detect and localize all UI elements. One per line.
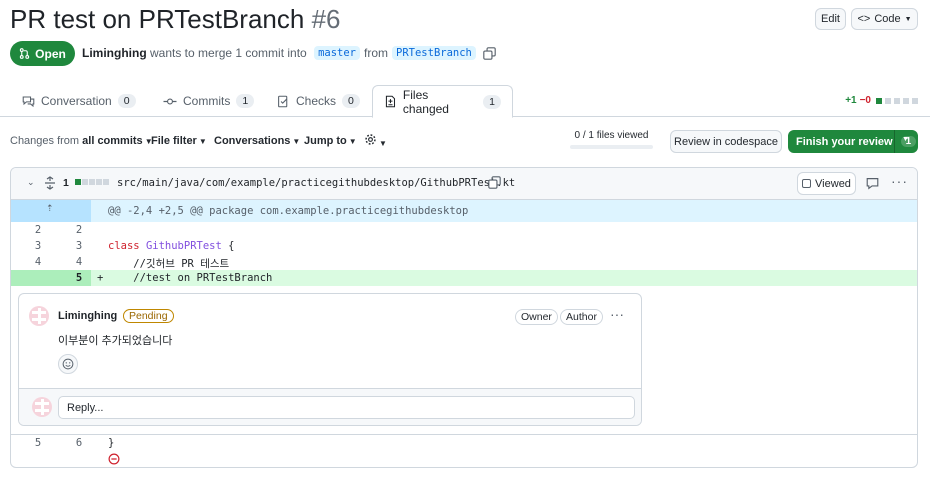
file-diffstat [75, 179, 109, 185]
file-diff-icon [385, 95, 396, 108]
tab-checks[interactable]: Checks 0 [277, 85, 360, 117]
no-newline-icon [108, 453, 120, 465]
chevron-down-icon[interactable]: ▼ [902, 136, 909, 143]
diff-line: 4 4 //깃허브 PR 테스트 [34, 256, 230, 270]
reply-area: Reply... [19, 388, 641, 425]
file-filter-dropdown[interactable]: File filter ▼ [151, 135, 207, 147]
code-icon: <> [857, 13, 871, 25]
base-branch[interactable]: master [314, 46, 361, 60]
expand-up-icon: ⇡ [46, 203, 54, 213]
jump-to-dropdown[interactable]: Jump to ▼ [304, 135, 357, 147]
copy-icon[interactable] [483, 46, 496, 60]
chevron-down-icon: ▼ [904, 15, 912, 23]
pull-request-icon [19, 48, 30, 59]
additions-count: +1 [845, 95, 857, 106]
owner-badge: Owner [515, 309, 558, 325]
tab-conversation[interactable]: Conversation 0 [22, 85, 136, 117]
pending-badge: Pending [123, 309, 174, 323]
author-link[interactable]: Liminghing [82, 46, 147, 60]
head-branch[interactable]: PRTestBranch [392, 46, 476, 60]
tab-files-changed[interactable]: Files changed 1 [372, 85, 513, 118]
smiley-icon [62, 358, 74, 370]
viewed-checkbox[interactable]: Viewed [797, 172, 856, 195]
caret-down-icon: ▼ [198, 137, 207, 146]
diff-line: 3 3 class GithubPRTest { [34, 240, 235, 252]
diff-line: 2 2 [34, 224, 83, 236]
file-path[interactable]: src/main/java/com/example/practicegithub… [117, 177, 515, 189]
checklist-icon [278, 95, 288, 107]
comment-body: 이부분이 추가되었습니다 [58, 335, 173, 347]
pr-title-text: PR test on PRTestBranch [10, 4, 305, 34]
chevron-down-icon[interactable]: ⌄ [27, 177, 35, 188]
more-options-icon[interactable]: ··· [610, 306, 624, 322]
merge-info: Liminghing wants to merge 1 commit into … [82, 46, 496, 60]
pr-tabs: Conversation 0 Commits 1 Checks 0 Files … [0, 85, 930, 118]
diff-settings-button[interactable]: ▼ [364, 133, 387, 149]
expand-icon[interactable] [44, 176, 56, 190]
caret-down-icon: ▼ [348, 137, 357, 146]
pr-title: PR test on PRTestBranch #6 [10, 4, 340, 35]
review-comment: Liminghing Pending Owner Author ··· 이부분이… [18, 293, 642, 426]
status-badge: Open [10, 41, 75, 66]
diffstat: +1 −0 [845, 95, 918, 106]
files-viewed-progress: 0 / 1 files viewed [570, 130, 653, 149]
edit-button[interactable]: Edit [815, 8, 846, 30]
checkbox-icon [802, 179, 812, 188]
diff-line: 5 6 } [11, 434, 917, 451]
commit-icon [163, 97, 177, 105]
code-button[interactable]: <> Code ▼ [851, 8, 918, 30]
file-change-count: 1 [63, 177, 69, 189]
finish-review-button[interactable]: Finish your review 1 ▼ [788, 130, 918, 153]
conversation-icon [22, 96, 35, 107]
author-badge: Author [560, 309, 603, 325]
diff-line-added: 5 + //test on PRTestBranch [11, 270, 917, 286]
comment-icon[interactable] [866, 177, 879, 190]
add-reaction-button[interactable] [58, 354, 78, 374]
avatar[interactable] [29, 306, 49, 326]
file-diff: ⌄ 1 src/main/java/com/example/practicegi… [10, 167, 918, 468]
deletions-count: −0 [859, 95, 871, 106]
reply-input[interactable]: Reply... [58, 396, 635, 419]
changes-from-dropdown[interactable]: Changes from all commits ▼ [10, 135, 153, 147]
review-in-codespace-button[interactable]: Review in codespace [670, 130, 782, 153]
conversations-dropdown[interactable]: Conversations ▼ [214, 135, 300, 147]
pr-number: #6 [311, 4, 341, 34]
files-viewed-bar [570, 145, 653, 149]
gear-icon [365, 134, 376, 145]
file-header: ⌄ 1 src/main/java/com/example/practicegi… [11, 168, 917, 200]
expand-up-button[interactable]: ⇡ [11, 200, 91, 222]
more-options-icon[interactable]: ··· [891, 173, 908, 189]
tab-commits[interactable]: Commits 1 [163, 85, 255, 117]
caret-down-icon: ▼ [379, 139, 387, 148]
comment-author[interactable]: Liminghing [58, 310, 117, 322]
hunk-header: ⇡ @@ -2,4 +2,5 @@ package com.example.pr… [11, 200, 917, 222]
copy-icon[interactable] [488, 176, 501, 189]
caret-down-icon: ▼ [292, 137, 301, 146]
avatar [32, 397, 52, 417]
